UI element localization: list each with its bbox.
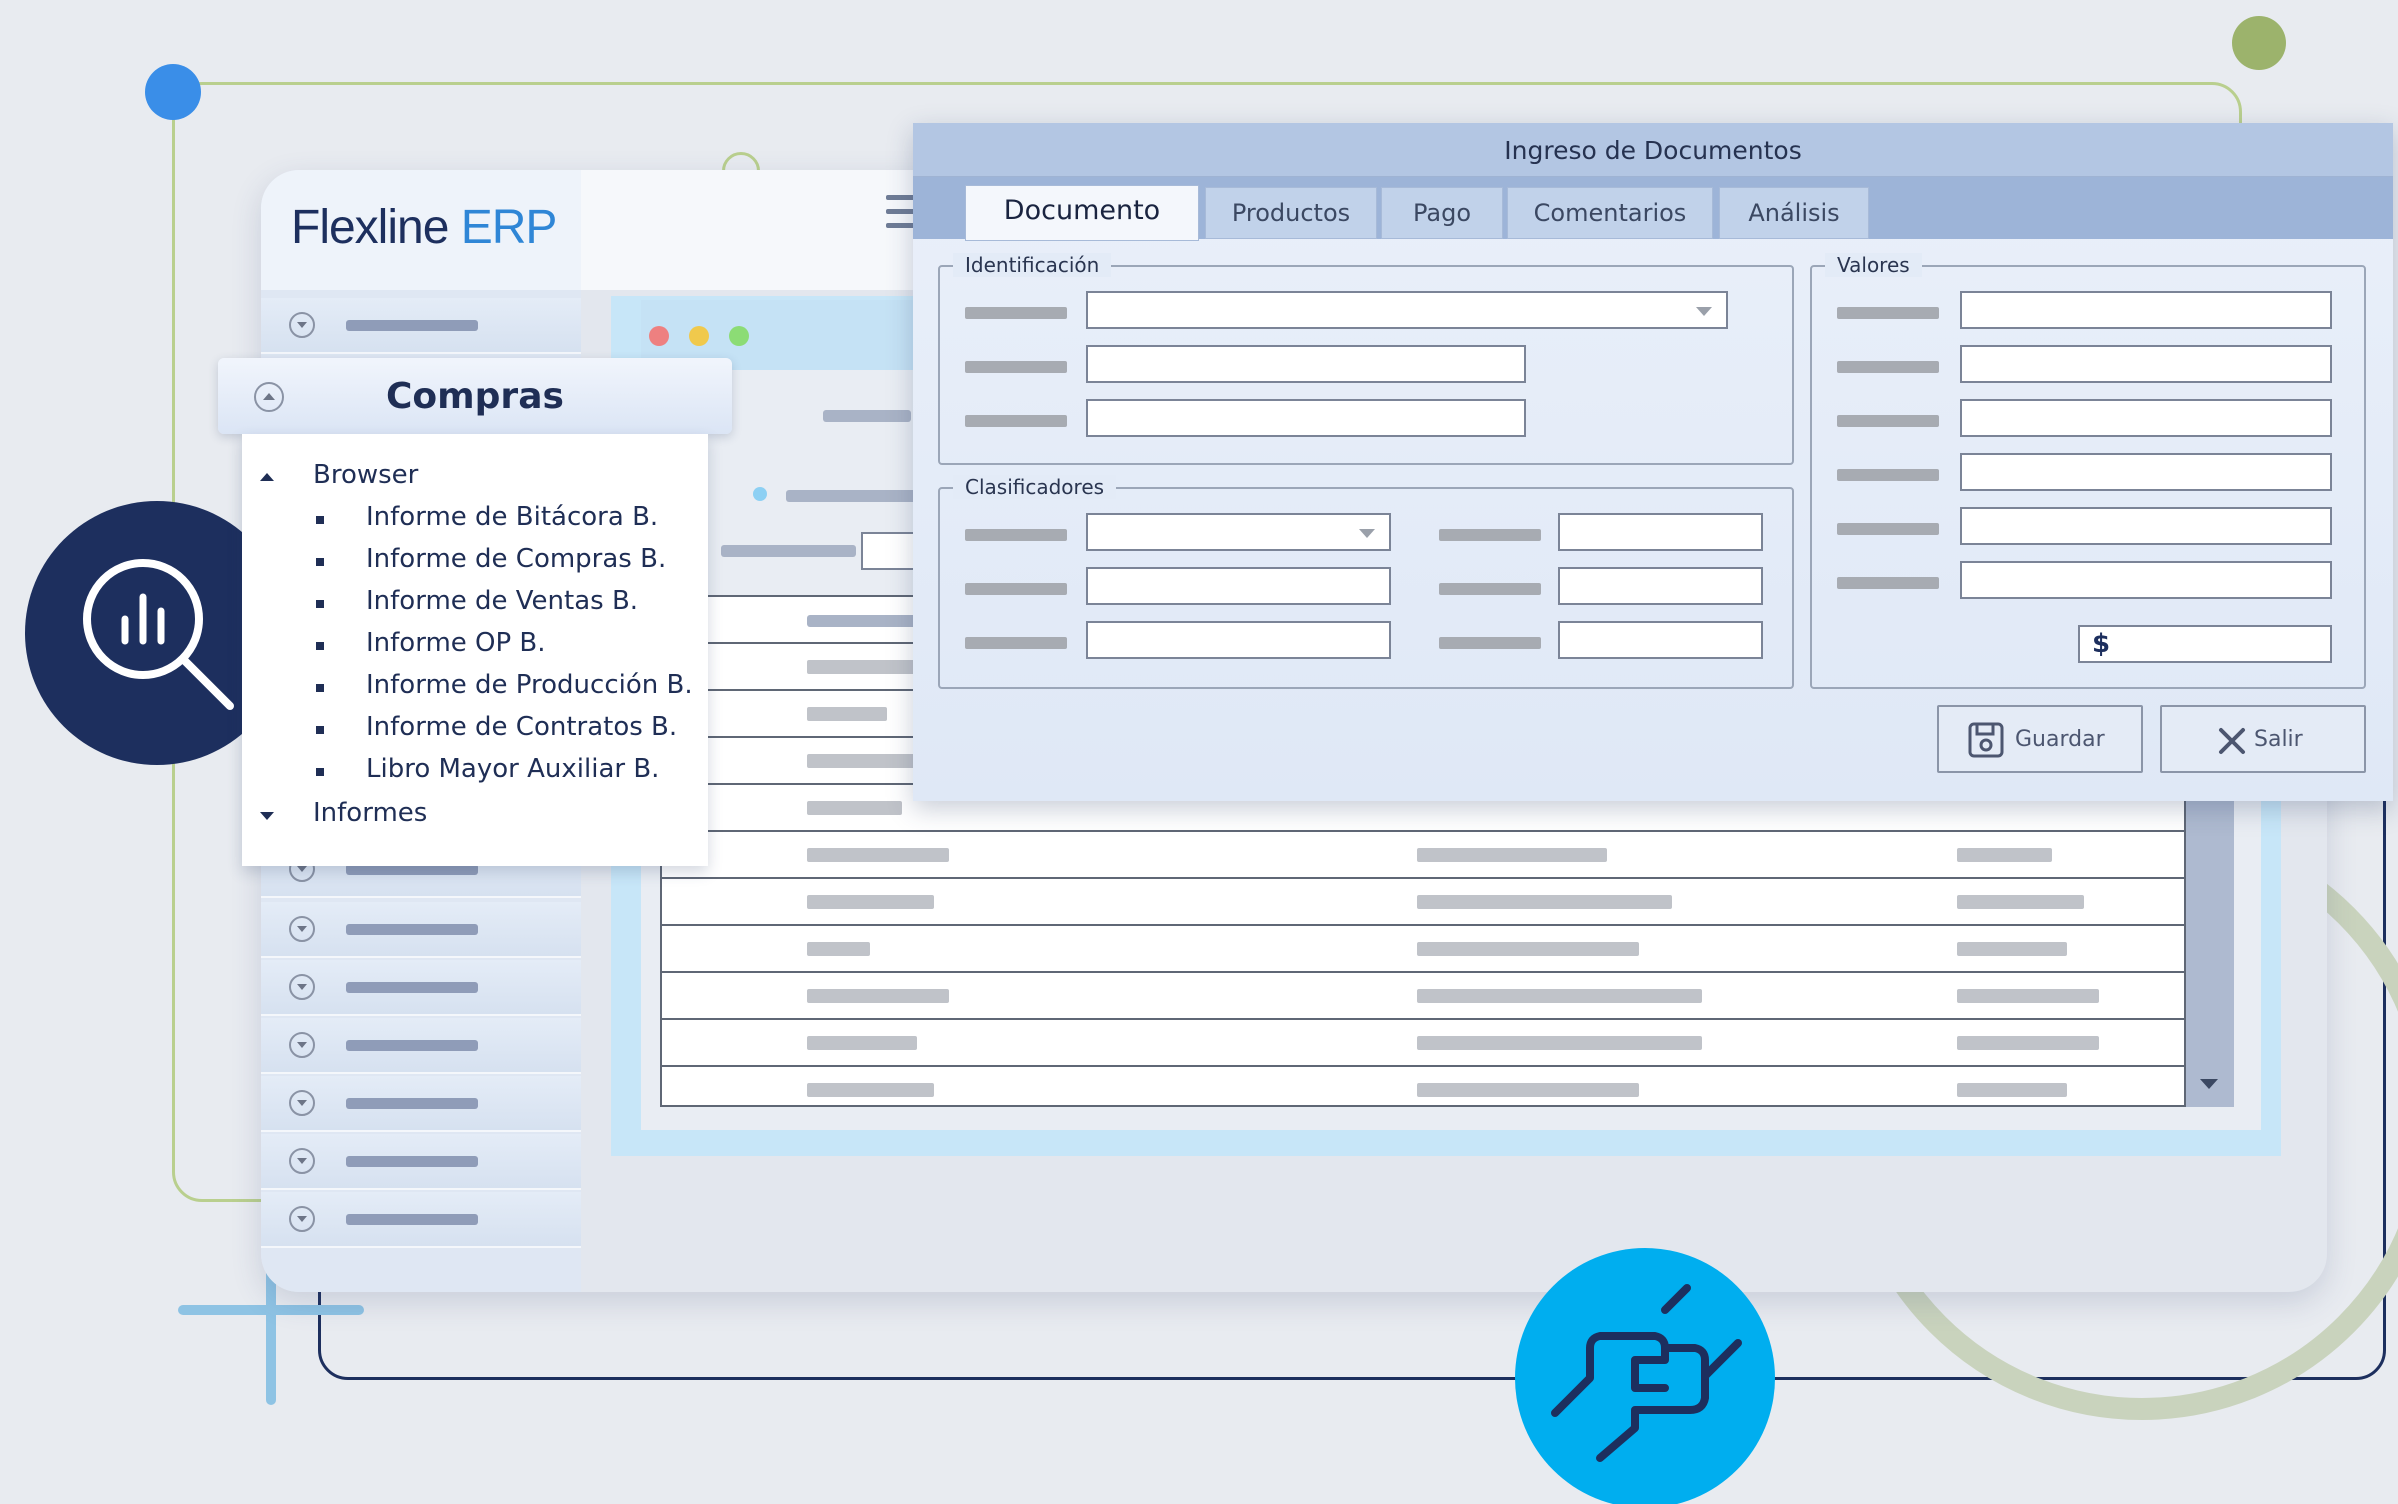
identificacion-field[interactable] <box>1086 399 1526 437</box>
exit-button[interactable]: Salir <box>2160 705 2366 773</box>
expand-arrow-icon[interactable] <box>260 812 274 820</box>
sidebar-item[interactable] <box>261 960 581 1016</box>
tree-leaf-item[interactable]: Informe OP B. <box>366 628 546 658</box>
tab-pago[interactable]: Pago <box>1381 187 1503 239</box>
clasificador-field[interactable] <box>1086 567 1391 605</box>
sidebar-item[interactable] <box>261 902 581 958</box>
panel-placeholder <box>721 545 856 557</box>
save-icon <box>1968 722 2004 758</box>
tree-node-informes[interactable]: Informes <box>313 798 427 828</box>
tab-analisis[interactable]: Análisis <box>1719 187 1869 239</box>
minimize-dot[interactable] <box>689 326 709 346</box>
chevron-down-icon <box>1359 529 1375 538</box>
handshake-icon <box>1515 1248 1775 1504</box>
valores-field[interactable] <box>1960 399 2332 437</box>
chevron-up-icon[interactable] <box>254 382 284 412</box>
identificacion-dropdown[interactable] <box>1086 291 1728 329</box>
total-amount-field[interactable]: $ <box>2078 625 2332 663</box>
tab-productos[interactable]: Productos <box>1205 187 1377 239</box>
sidebar-item[interactable] <box>261 298 581 354</box>
chevron-down-icon <box>289 1090 315 1116</box>
valores-field[interactable] <box>1960 507 2332 545</box>
tree-leaf-item[interactable]: Libro Mayor Auxiliar B. <box>366 754 659 784</box>
clasificador-field[interactable] <box>1558 513 1763 551</box>
valores-field[interactable] <box>1960 561 2332 599</box>
document-dialog: Ingreso de Documentos Documento Producto… <box>913 123 2393 801</box>
chevron-down-icon <box>1696 307 1712 316</box>
tree-leaf-item[interactable]: Informe de Bitácora B. <box>366 502 658 532</box>
close-icon <box>2219 728 2245 754</box>
panel-placeholder <box>823 410 911 422</box>
tree-leaf-item[interactable]: Informe de Contratos B. <box>366 712 677 742</box>
sidebar-item[interactable] <box>261 1192 581 1248</box>
currency-symbol: $ <box>2092 629 2111 659</box>
clasificador-dropdown[interactable] <box>1086 513 1391 551</box>
save-button[interactable]: Guardar <box>1937 705 2143 773</box>
tree-node-browser[interactable]: Browser <box>313 460 418 490</box>
exit-button-label: Salir <box>2254 727 2303 752</box>
valores-field[interactable] <box>1960 453 2332 491</box>
valores-field[interactable] <box>1960 345 2332 383</box>
scroll-down-icon[interactable] <box>2200 1079 2218 1089</box>
clasificador-field[interactable] <box>1086 621 1391 659</box>
clasificador-field[interactable] <box>1558 621 1763 659</box>
group-valores-label: Valores <box>1825 253 1922 277</box>
sidebar-item[interactable] <box>261 1076 581 1132</box>
close-dot[interactable] <box>649 326 669 346</box>
dialog-titlebar: Ingreso de Documentos <box>913 123 2393 177</box>
chevron-down-icon <box>289 916 315 942</box>
brand-accent: ERP <box>460 201 558 254</box>
decorative-dot-blue <box>145 64 201 120</box>
chevron-down-icon <box>289 1206 315 1232</box>
status-dot <box>753 487 767 501</box>
collapse-arrow-icon[interactable] <box>260 473 274 481</box>
tree-leaf-item[interactable]: Informe de Ventas B. <box>366 586 638 616</box>
compras-panel: Browser Informe de Bitácora B. Informe d… <box>242 434 708 866</box>
maximize-dot[interactable] <box>729 326 749 346</box>
valores-field[interactable] <box>1960 291 2332 329</box>
dialog-title: Ingreso de Documentos <box>1504 136 1802 165</box>
chevron-down-icon <box>289 312 315 338</box>
tab-comentarios[interactable]: Comentarios <box>1507 187 1713 239</box>
brand-main: Flexline <box>291 201 449 254</box>
tree-leaf-item[interactable]: Informe de Producción B. <box>366 670 693 700</box>
chevron-down-icon <box>289 1148 315 1174</box>
sidebar-item[interactable] <box>261 1134 581 1190</box>
chevron-down-icon <box>289 974 315 1000</box>
identificacion-field[interactable] <box>1086 345 1526 383</box>
clasificador-field[interactable] <box>1558 567 1763 605</box>
tree-leaf-item[interactable]: Informe de Compras B. <box>366 544 666 574</box>
save-button-label: Guardar <box>2015 727 2105 752</box>
group-clasificadores-label: Clasificadores <box>953 475 1117 499</box>
sidebar-item[interactable] <box>261 1018 581 1074</box>
panel-placeholder <box>786 490 926 502</box>
chevron-down-icon <box>289 1032 315 1058</box>
group-identificacion-label: Identificación <box>953 253 1112 277</box>
logo-area: Flexline ERP <box>261 170 581 290</box>
tab-documento[interactable]: Documento <box>965 185 1199 241</box>
compras-title: Compras <box>386 376 564 417</box>
compras-panel-header[interactable]: Compras <box>218 358 732 434</box>
brand-logo: Flexline ERP <box>291 200 558 255</box>
decorative-dot-green <box>2232 16 2286 70</box>
